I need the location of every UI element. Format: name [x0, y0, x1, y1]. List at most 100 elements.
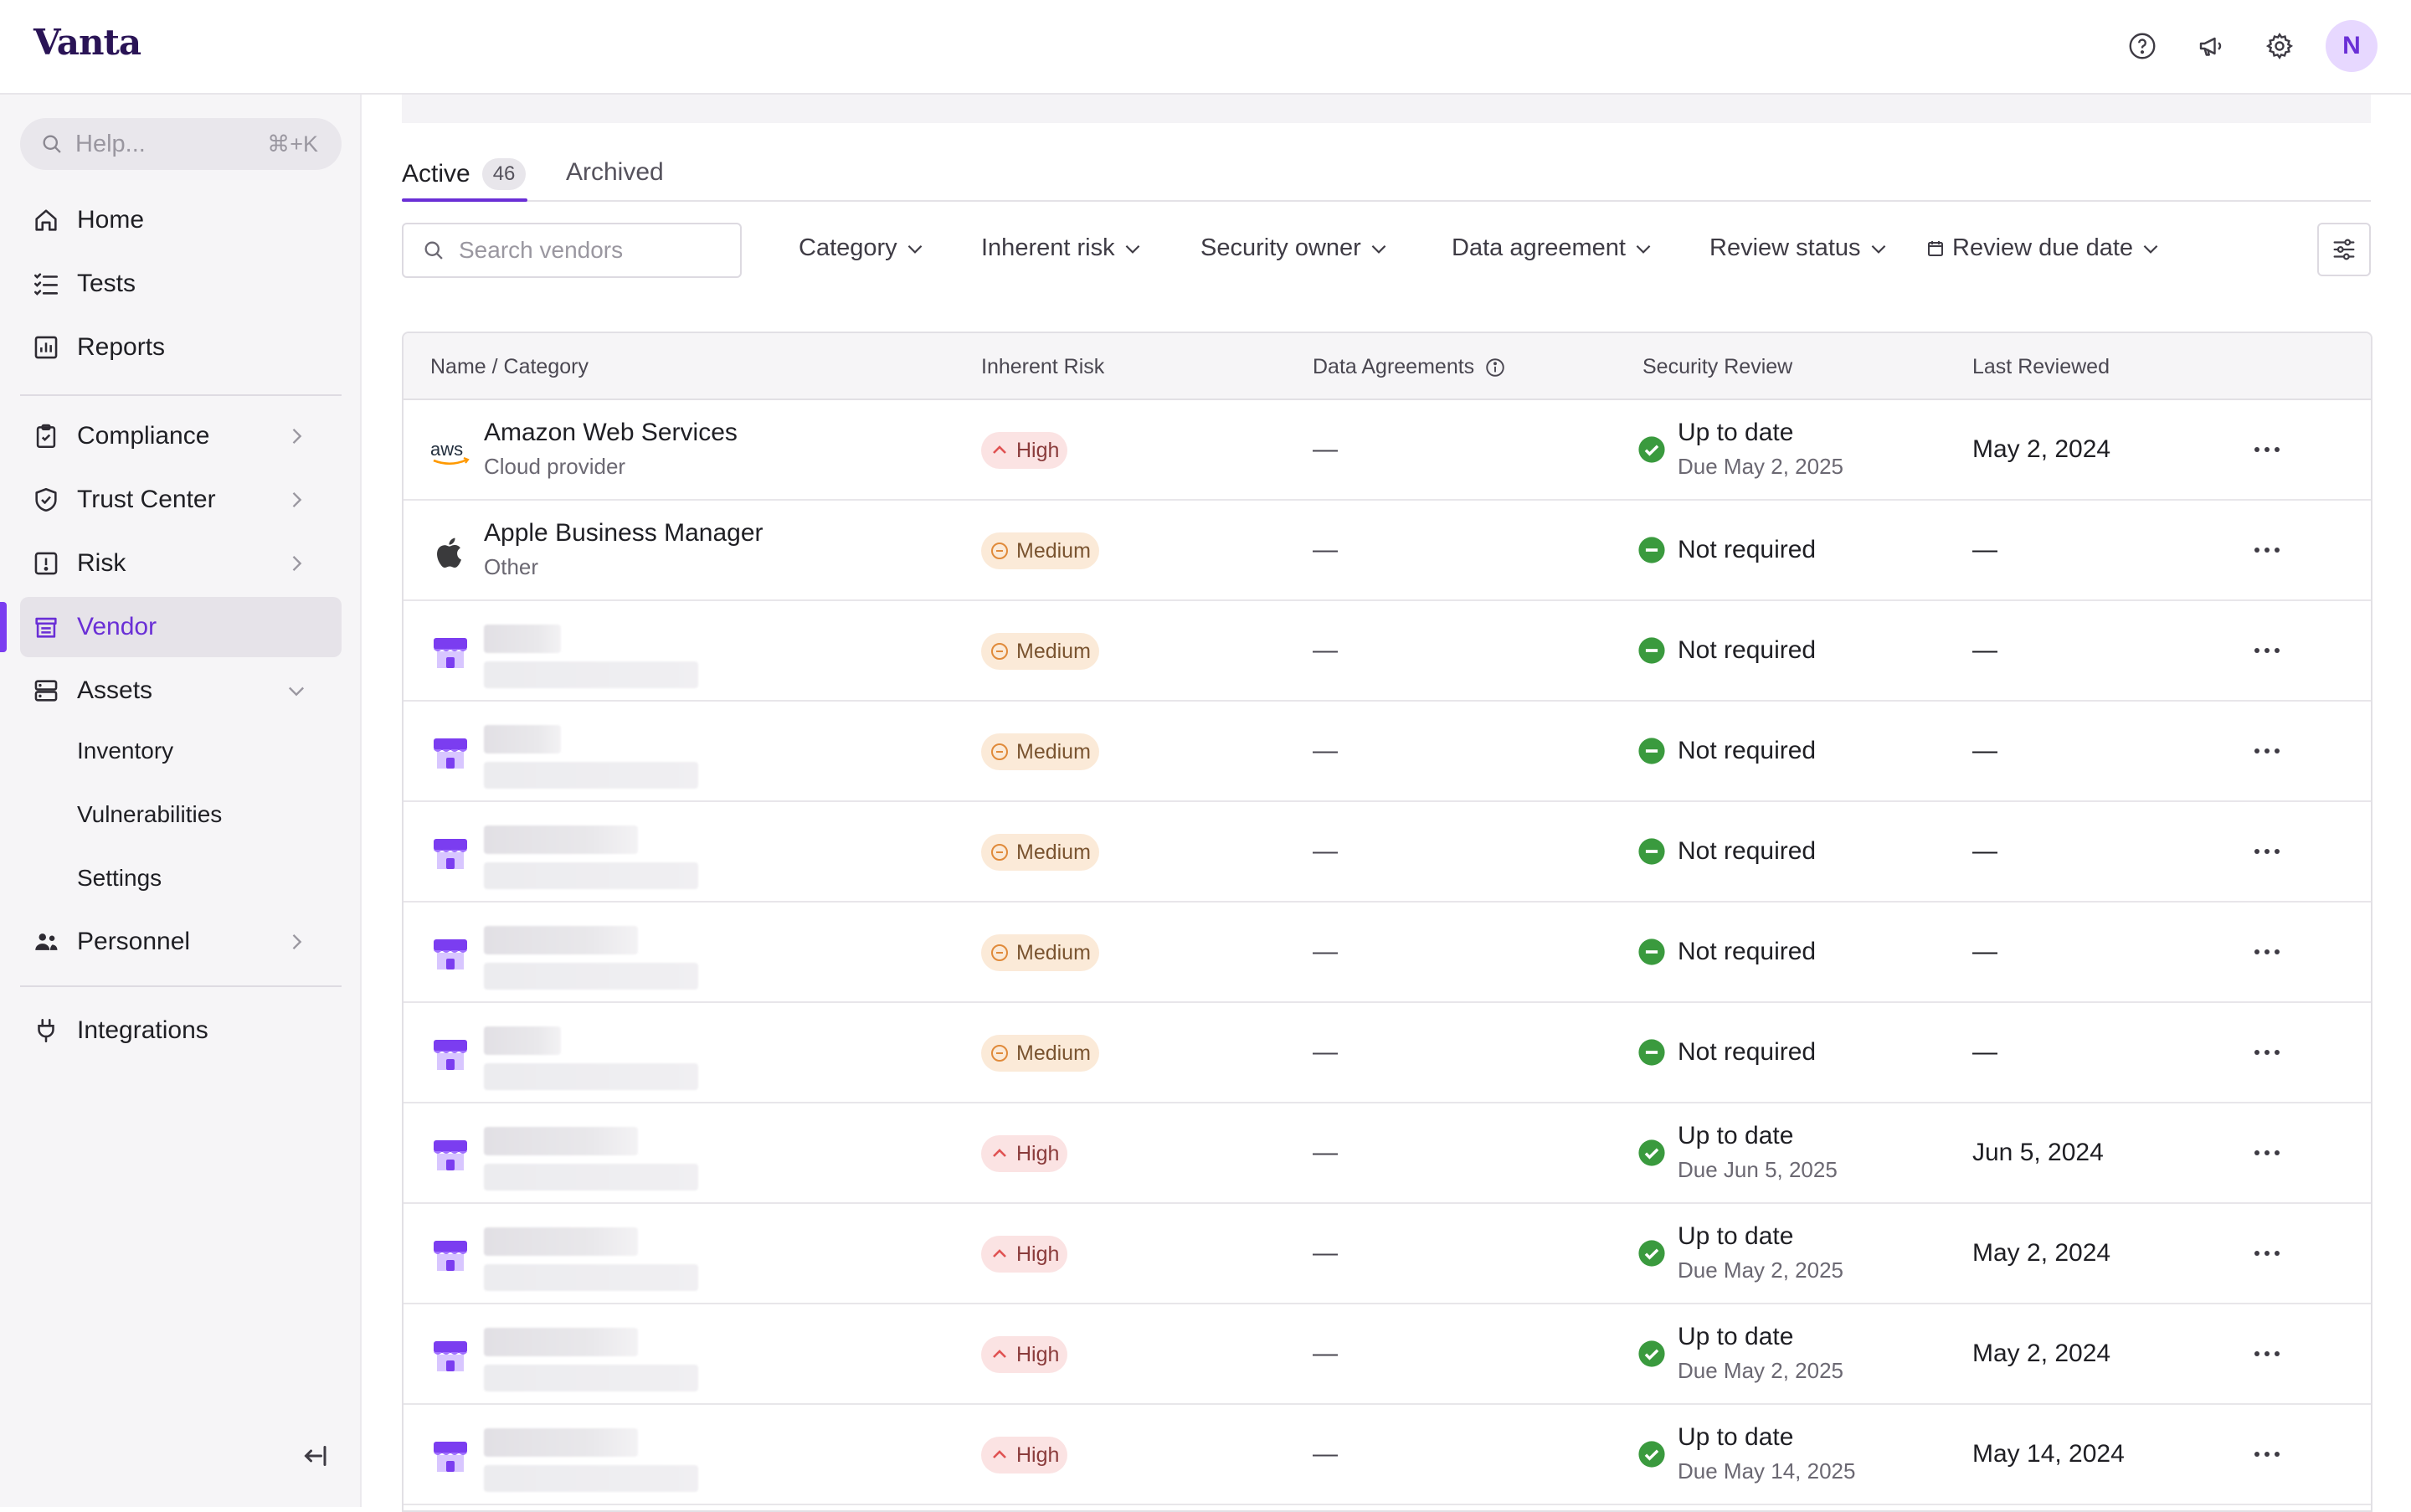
last-reviewed: —	[1972, 1038, 1997, 1066]
help-search[interactable]: Help... ⌘+K	[20, 118, 342, 170]
table-row[interactable]: Medium — Not required —	[404, 702, 2371, 802]
search-vendors-input[interactable]	[459, 237, 727, 264]
security-review-status: Up to date	[1678, 1222, 1794, 1250]
sidebar-item-label: Risk	[77, 549, 126, 577]
sidebar-item-integrations[interactable]: Integrations	[20, 1000, 342, 1061]
header-name[interactable]: Name / Category	[430, 355, 589, 379]
vendor-search[interactable]	[402, 223, 742, 278]
announcements-icon[interactable]	[2188, 23, 2234, 69]
sidebar-item-compliance[interactable]: Compliance	[20, 406, 342, 466]
risk-label: High	[1016, 1342, 1060, 1366]
more-options-icon[interactable]	[2250, 537, 2284, 563]
table-row[interactable]: High — Up to date Due May 2, 2025 May 2, 202…	[404, 1304, 2371, 1405]
top-bar: Vanta N	[0, 0, 2411, 95]
risk-badge: High	[981, 1236, 1068, 1273]
info-icon[interactable]	[1484, 357, 1506, 378]
data-agreements-value: —	[1313, 737, 1338, 764]
data-agreements-value: —	[1313, 1340, 1338, 1367]
redacted-vendor-category	[484, 862, 698, 889]
vanta-logo[interactable]: Vanta	[33, 22, 141, 63]
tab-active[interactable]: Active 46	[402, 158, 527, 190]
table-row[interactable]: Apple Business Manager Other Medium — Not re…	[404, 501, 2371, 601]
risk-label: Medium	[1016, 739, 1091, 764]
more-options-icon[interactable]	[2250, 1040, 2284, 1065]
search-icon	[424, 241, 443, 260]
sidebar-item-label: Tests	[77, 270, 136, 297]
tab-active-underline	[402, 198, 527, 202]
filter-review-due-date[interactable]: Review due date	[1925, 234, 2162, 262]
more-options-icon[interactable]	[2250, 839, 2284, 864]
data-agreements-value: —	[1313, 435, 1338, 463]
redacted-vendor-category	[484, 1164, 698, 1191]
more-options-icon[interactable]	[2250, 1241, 2284, 1266]
sidebar-subitem-settings[interactable]: Settings	[77, 865, 162, 892]
home-icon	[35, 209, 57, 231]
risk-badge: Medium	[981, 1035, 1099, 1072]
settings-gear-icon[interactable]	[2257, 23, 2302, 69]
check-circle-icon	[1638, 1240, 1665, 1267]
filter-data-agreement[interactable]: Data agreement	[1452, 234, 1654, 262]
header-last[interactable]: Last Reviewed	[1972, 355, 2110, 379]
tab-archived[interactable]: Archived	[566, 158, 664, 187]
filter-review-status[interactable]: Review status	[1709, 234, 1889, 262]
table-row[interactable]: Medium — Not required —	[404, 802, 2371, 903]
more-options-icon[interactable]	[2250, 638, 2284, 663]
vendor-name[interactable]: Apple Business Manager	[484, 519, 763, 548]
shield-check-icon	[35, 487, 57, 512]
risk-label: Medium	[1016, 639, 1091, 663]
sidebar-item-assets[interactable]: Assets	[20, 661, 342, 721]
table-row[interactable]: aws Amazon Web Services Cloud provider High…	[404, 400, 2371, 501]
vendor-name[interactable]: Amazon Web Services	[484, 419, 738, 447]
sidebar-item-home[interactable]: Home	[20, 190, 342, 250]
filter-inherent-risk[interactable]: Inherent risk	[981, 234, 1144, 262]
table-row[interactable]: High — Up to date Due May 2, 2025 May 2, 202…	[404, 1204, 2371, 1304]
risk-label: High	[1016, 1443, 1060, 1467]
sidebar-item-tests[interactable]: Tests	[20, 254, 342, 314]
more-options-icon[interactable]	[2250, 738, 2284, 764]
sidebar-subitem-vulnerabilities[interactable]: Vulnerabilities	[77, 801, 222, 828]
filter-security-owner[interactable]: Security owner	[1200, 234, 1390, 262]
tests-checklist-icon	[33, 273, 59, 296]
header-risk[interactable]: Inherent Risk	[981, 355, 1104, 379]
more-options-icon[interactable]	[2250, 1341, 2284, 1366]
column-settings-button[interactable]	[2317, 223, 2371, 276]
user-avatar[interactable]: N	[2326, 20, 2378, 72]
sidebar-item-risk[interactable]: Risk	[20, 533, 342, 594]
table-row[interactable]: Medium — Not required —	[404, 903, 2371, 1003]
filter-label: Review due date	[1952, 234, 2134, 261]
vendor-placeholder-icon	[429, 832, 472, 876]
chevron-down-icon	[1636, 244, 1651, 254]
risk-badge: High	[981, 432, 1068, 469]
table-row[interactable]: High — Up to date Due Jun 5, 2025 Jun 5, 202…	[404, 1103, 2371, 1204]
security-review-status: Up to date	[1678, 419, 1794, 446]
header-agreements[interactable]: Data Agreements	[1313, 355, 1506, 379]
vendors-table: Name / Category Inherent Risk Data Agree…	[402, 332, 2372, 1512]
collapse-sidebar-icon[interactable]	[300, 1441, 330, 1471]
sidebar-item-vendor[interactable]: Vendor	[20, 597, 342, 657]
help-icon[interactable]	[2120, 23, 2165, 69]
aws-logo-icon: aws	[429, 430, 472, 474]
table-row[interactable]: Medium — Not required —	[404, 601, 2371, 702]
chevron-up-icon	[993, 445, 1006, 454]
last-reviewed: Jun 5, 2024	[1972, 1139, 2104, 1166]
more-options-icon[interactable]	[2250, 1140, 2284, 1165]
more-options-icon[interactable]	[2250, 939, 2284, 964]
sidebar-divider	[20, 985, 342, 987]
filter-category[interactable]: Category	[799, 234, 926, 262]
data-agreements-value: —	[1313, 837, 1338, 865]
header-review[interactable]: Security Review	[1642, 355, 1792, 379]
redacted-vendor-category	[484, 963, 698, 990]
sidebar-subitem-inventory[interactable]: Inventory	[77, 738, 173, 764]
table-row[interactable]: High — Up to date Due May 14, 2025 May 14, 2…	[404, 1405, 2371, 1505]
sidebar-item-personnel[interactable]: Personnel	[20, 912, 342, 972]
more-options-icon[interactable]	[2250, 437, 2284, 462]
table-row[interactable]: Medium — Not required —	[404, 1003, 2371, 1103]
last-reviewed: May 14, 2024	[1972, 1440, 2125, 1468]
data-agreements-value: —	[1313, 1139, 1338, 1166]
vendor-category: Other	[484, 554, 539, 579]
security-review-status: Up to date	[1678, 1122, 1794, 1149]
more-options-icon[interactable]	[2250, 1442, 2284, 1467]
security-review-status: Not required	[1678, 636, 1817, 664]
sidebar-item-trust-center[interactable]: Trust Center	[20, 470, 342, 530]
sidebar-item-reports[interactable]: Reports	[20, 317, 342, 378]
